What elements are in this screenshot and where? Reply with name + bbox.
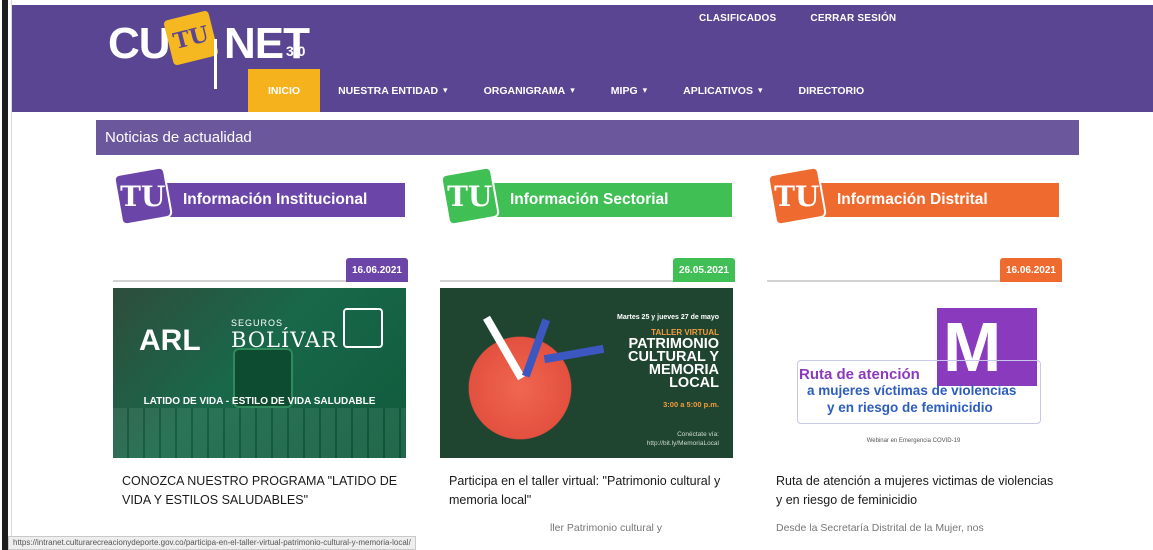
main-nav: INICIO NUESTRA ENTIDAD ▾ ORGANIGRAMA ▾ MIP…	[248, 69, 882, 112]
category-header[interactable]: Información Distrital TU	[766, 165, 1062, 227]
category-banner: Información Sectorial	[480, 183, 732, 217]
section-title: Noticias de actualidad	[96, 120, 1079, 155]
image-arl-text: ARL	[139, 324, 201, 357]
nav-item-directorio[interactable]: DIRECTORIO	[781, 69, 883, 112]
nav-item-mipg[interactable]: MIPG ▾	[593, 69, 665, 112]
image-bolivar-text: BOLÍVAR	[231, 328, 338, 352]
bolivar-logo-icon	[343, 308, 383, 348]
image-dates: Martes 25 y jueves 27 de mayo	[617, 314, 719, 321]
news-column-sectorial: Información Sectorial TU 26.05.2021 Mart…	[439, 165, 735, 534]
news-image[interactable]: ARL SEGUROS BOLÍVAR LATIDO DE VIDA - EST…	[113, 288, 406, 458]
top-links: CLASIFICADOS CERRAR SESIÓN	[699, 13, 896, 24]
category-header[interactable]: Información Institucional TU	[112, 165, 408, 227]
category-banner: Información Institucional	[153, 183, 405, 217]
news-excerpt: ller Patrimonio cultural y	[550, 522, 663, 534]
date-badge: 26.05.2021	[672, 258, 735, 282]
caret-down-icon: ▾	[757, 85, 763, 95]
image-seguros-text: SEGUROS	[231, 318, 284, 328]
caret-down-icon: ▾	[642, 85, 648, 95]
news-excerpt: Desde la Secretaría Distrital de la Muje…	[776, 522, 984, 534]
image-footer: Webinar en Emergencia COVID-19	[866, 438, 961, 444]
tu-badge-icon: TU	[112, 165, 174, 227]
sun-graphic	[460, 328, 580, 448]
news-title[interactable]: Ruta de atención a mujeres victimas de v…	[767, 472, 1062, 510]
status-bar-url: https://intranet.culturarecreacionydepor…	[8, 536, 416, 550]
logo-version: 3.0	[286, 43, 306, 59]
news-title[interactable]: Participa en el taller virtual: "Patrimo…	[440, 472, 735, 510]
caret-down-icon: ▾	[443, 85, 448, 95]
image-line1: Ruta de atención	[799, 366, 920, 383]
news-column-institucional: Información Institucional TU 16.06.2021 …	[112, 165, 408, 510]
nav-item-inicio[interactable]: INICIO	[248, 69, 321, 112]
logo-tu-badge: TU	[163, 10, 219, 66]
clasificados-link[interactable]: CLASIFICADOS	[699, 13, 776, 24]
news-image[interactable]: M Ruta de atención a mujeres víctimas de…	[767, 288, 1060, 458]
image-tagline: LATIDO DE VIDA - ESTILO DE VIDA SALUDABL…	[143, 396, 376, 407]
window-edge	[0, 0, 12, 550]
image-line3: y en riesgo de feminicidio	[827, 400, 993, 415]
date-row: 16.06.2021	[767, 258, 1062, 282]
date-row: 26.05.2021	[440, 258, 735, 282]
tu-badge-icon: TU	[439, 165, 501, 227]
tu-badge-icon: TU	[766, 165, 828, 227]
caret-down-icon: ▾	[570, 85, 575, 95]
nav-item-aplicativos[interactable]: APLICATIVOS ▾	[665, 69, 780, 112]
news-image[interactable]: Martes 25 y jueves 27 de mayo TALLER VIR…	[440, 288, 733, 458]
category-header[interactable]: Información Sectorial TU	[439, 165, 735, 227]
nav-item-nuestra-entidad[interactable]: NUESTRA ENTIDAD ▾	[320, 69, 465, 112]
news-column-distrital: Información Distrital TU 16.06.2021 M Ru…	[766, 165, 1062, 534]
site-header: CUL TU NET 3.0 CLASIFICADOS CERRAR SESIÓ…	[12, 5, 1153, 112]
date-row: 16.06.2021	[113, 258, 408, 282]
date-badge: 16.06.2021	[999, 258, 1062, 282]
news-title[interactable]: CONOZCA NUESTRO PROGRAMA "LATIDO DE VIDA…	[113, 472, 408, 510]
image-line2: a mujeres víctimas de violencias	[807, 383, 1017, 398]
date-badge: 16.06.2021	[345, 258, 408, 282]
logo-divider	[214, 39, 217, 89]
image-headline: PATRIMONIO CULTURAL Y MEMORIA LOCAL	[627, 336, 719, 391]
image-connect: Conéctate vía: http://bit.ly/MemoriaLocal	[646, 431, 719, 447]
image-hours: 3:00 a 5:00 p.m.	[663, 400, 719, 409]
nav-item-organigrama[interactable]: ORGANIGRAMA ▾	[466, 69, 593, 112]
category-banner: Información Distrital	[807, 183, 1059, 217]
logout-link[interactable]: CERRAR SESIÓN	[810, 13, 896, 24]
